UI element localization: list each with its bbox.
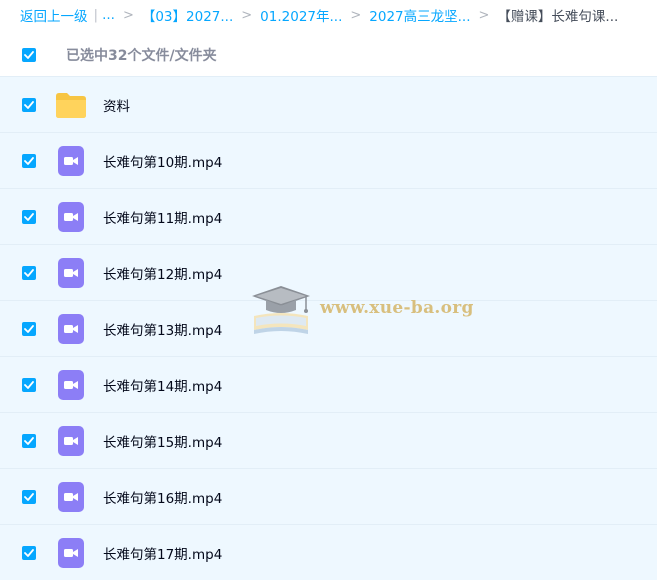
breadcrumb-current: 【赠课】长难句课... [497,9,619,25]
file-name[interactable]: 长难句第12期.mp4 [103,263,222,283]
row-checkbox[interactable] [22,153,36,168]
video-file-icon [53,479,89,515]
row-checkbox[interactable] [22,321,36,336]
file-row-video[interactable]: 长难句第16期.mp4 [0,468,657,524]
check-icon [24,212,34,221]
file-name[interactable]: 长难句第15期.mp4 [103,431,222,451]
breadcrumb-separator: > [241,7,253,23]
breadcrumb-item-2[interactable]: 01.2027年... [260,5,342,25]
check-icon [24,380,34,389]
video-file-icon [53,367,89,403]
check-icon [24,156,34,165]
row-checkbox[interactable] [22,433,36,448]
breadcrumb-separator: > [478,7,490,23]
check-icon [24,436,34,445]
video-file-icon [53,199,89,235]
row-checkbox[interactable] [22,489,36,504]
check-icon [24,51,34,59]
select-all-checkbox[interactable] [22,48,36,62]
video-file-icon [53,143,89,179]
breadcrumb-separator: > [122,7,134,23]
breadcrumb: 返回上一级 | ... > 【03】2027... > 01.2027年... … [0,0,657,30]
file-row-video[interactable]: 长难句第17期.mp4 [0,524,657,580]
video-file-icon [53,311,89,347]
file-row-video[interactable]: 长难句第13期.mp4 [0,300,657,356]
back-link[interactable]: 返回上一级 [20,5,88,25]
row-checkbox[interactable] [22,97,36,112]
file-list: 资料 长难句第10期.mp4 长难句第11期.mp4 长难句第12期.mp4 长… [0,76,657,580]
breadcrumb-item-1[interactable]: 【03】2027... [142,5,233,25]
file-name[interactable]: 长难句第13期.mp4 [103,319,222,339]
file-name[interactable]: 长难句第10期.mp4 [103,151,222,171]
file-name[interactable]: 资料 [103,95,130,115]
row-checkbox[interactable] [22,377,36,392]
check-icon [24,324,34,333]
breadcrumb-separator: > [350,7,362,23]
video-file-icon [53,423,89,459]
video-file-icon [53,535,89,571]
check-icon [24,492,34,501]
selection-summary: 已选中32个文件/文件夹 [66,48,217,64]
row-checkbox[interactable] [22,209,36,224]
video-file-icon [53,255,89,291]
row-checkbox[interactable] [22,545,36,560]
file-browser-page: 返回上一级 | ... > 【03】2027... > 01.2027年... … [0,0,657,585]
file-name[interactable]: 长难句第11期.mp4 [103,207,222,227]
file-row-folder[interactable]: 资料 [0,76,657,132]
breadcrumb-item-3[interactable]: 2027高三龙坚... [369,5,470,25]
file-row-video[interactable]: 长难句第10期.mp4 [0,132,657,188]
selection-header: 已选中32个文件/文件夹 [0,34,657,76]
file-row-video[interactable]: 长难句第11期.mp4 [0,188,657,244]
check-icon [24,100,34,109]
file-row-video[interactable]: 长难句第14期.mp4 [0,356,657,412]
breadcrumb-pipe: | [93,7,99,23]
file-name[interactable]: 长难句第14期.mp4 [103,375,222,395]
file-row-video[interactable]: 长难句第12期.mp4 [0,244,657,300]
file-name[interactable]: 长难句第17期.mp4 [103,543,222,563]
breadcrumb-ellipsis[interactable]: ... [102,7,115,23]
row-checkbox[interactable] [22,265,36,280]
file-row-video[interactable]: 长难句第15期.mp4 [0,412,657,468]
folder-icon [53,87,89,123]
check-icon [24,268,34,277]
check-icon [24,548,34,557]
file-name[interactable]: 长难句第16期.mp4 [103,487,222,507]
